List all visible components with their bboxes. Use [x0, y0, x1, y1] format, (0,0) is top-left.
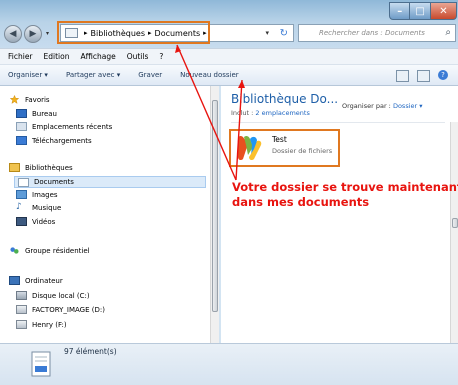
nav-disk-c[interactable]: Disque local (C:) — [16, 291, 90, 300]
window-controls: – □ ✕ — [389, 2, 457, 20]
annotation-text: Votre dossier se trouve maintenant dans … — [232, 180, 458, 210]
address-dropdown-icon[interactable]: ▾ — [265, 29, 269, 37]
annotation-line-2: dans mes documents — [232, 195, 370, 209]
back-button[interactable]: ◀ — [4, 25, 22, 43]
preview-pane-icon[interactable] — [417, 70, 430, 82]
nav-music[interactable]: ♪ Musique — [16, 203, 61, 212]
desktop-icon — [16, 109, 27, 118]
arrow-right-icon: ▶ — [29, 29, 37, 39]
downloads-icon — [16, 136, 27, 145]
refresh-icon[interactable]: ↻ — [280, 28, 288, 39]
menu-item-edit[interactable]: Edition — [44, 52, 70, 61]
nav-homegroup[interactable]: Groupe résidentiel — [9, 246, 90, 255]
search-icon[interactable]: ⌕ — [445, 27, 451, 38]
item-count: 97 élément(s) — [64, 347, 117, 356]
navigation-pane: Favoris Bureau Emplacements récents Télé… — [0, 86, 210, 343]
menu-item-file[interactable]: Fichier — [8, 52, 33, 61]
nav-disk-d[interactable]: FACTORY_IMAGE (D:) — [16, 305, 105, 314]
item-highlight-box[interactable] — [229, 129, 340, 167]
nav-libraries[interactable]: Bibliothèques — [9, 163, 73, 172]
navigation-scrollbar[interactable] — [210, 86, 219, 343]
music-icon: ♪ — [16, 202, 22, 212]
explorer-window: – □ ✕ ◀ ▶ ▾ ▸ Bibliothèques ▸ Documents … — [0, 0, 458, 385]
nav-downloads[interactable]: Téléchargements — [16, 136, 92, 145]
nav-recent[interactable]: Emplacements récents — [16, 122, 112, 131]
nav-images[interactable]: Images — [16, 190, 58, 199]
drive-icon — [16, 291, 27, 300]
content-pane: Bibliothèque Do... Inclut : 2 emplacemen… — [221, 86, 458, 343]
arrange-by-dropdown[interactable]: Dossier ▾ — [393, 102, 423, 110]
drive-icon — [16, 305, 27, 314]
help-icon[interactable]: ? — [438, 70, 448, 80]
address-highlight-box — [57, 21, 210, 44]
library-title: Bibliothèque Do... — [231, 92, 339, 106]
minimize-button[interactable]: – — [389, 2, 411, 20]
arrow-left-icon: ◀ — [9, 29, 17, 39]
organize-button[interactable]: Organiser ▾ — [8, 71, 48, 79]
documents-icon — [18, 177, 29, 187]
includes-link[interactable]: 2 emplacements — [255, 109, 309, 117]
burn-button[interactable]: Graver — [138, 71, 162, 79]
star-icon — [9, 95, 20, 104]
images-icon — [16, 190, 27, 199]
homegroup-icon — [10, 247, 19, 254]
library-includes: Inclut : 2 emplacements — [231, 109, 310, 117]
document-icon — [31, 351, 51, 377]
videos-icon — [16, 217, 27, 226]
view-controls: ? — [396, 70, 448, 82]
maximize-button[interactable]: □ — [410, 2, 431, 20]
recent-pages-dropdown[interactable]: ▾ — [46, 30, 49, 37]
divider — [231, 122, 445, 123]
computer-icon — [9, 276, 20, 285]
nav-disk-f[interactable]: Henry (F:) — [16, 320, 67, 329]
arrange-by: Organiser par : Dossier ▾ — [342, 102, 423, 110]
nav-favorites[interactable]: Favoris — [9, 95, 50, 104]
menu-bar: Fichier Edition Affichage Outils ? — [0, 48, 458, 65]
nav-videos[interactable]: Vidéos — [16, 217, 55, 226]
forward-button[interactable]: ▶ — [24, 25, 42, 43]
library-icon — [9, 163, 20, 172]
new-folder-button[interactable]: Nouveau dossier — [180, 71, 239, 79]
menu-item-help[interactable]: ? — [159, 52, 163, 61]
search-input[interactable]: Rechercher dans : Documents ⌕ — [298, 24, 456, 42]
nav-documents[interactable]: Documents — [14, 176, 206, 188]
nav-desktop[interactable]: Bureau — [16, 109, 57, 118]
menu-item-tools[interactable]: Outils — [127, 52, 149, 61]
share-button[interactable]: Partager avec ▾ — [66, 71, 120, 79]
scrollbar-thumb[interactable] — [212, 100, 218, 312]
menu-item-view[interactable]: Affichage — [80, 52, 115, 61]
close-button[interactable]: ✕ — [430, 2, 457, 20]
content-scrollbar[interactable] — [450, 122, 458, 343]
drive-icon — [16, 320, 27, 329]
search-placeholder: Rechercher dans : Documents — [319, 29, 425, 37]
view-options-icon[interactable] — [396, 70, 409, 82]
nav-computer[interactable]: Ordinateur — [9, 276, 63, 285]
recent-places-icon — [16, 122, 27, 131]
scrollbar-thumb[interactable] — [452, 218, 458, 228]
annotation-line-1: Votre dossier se trouve maintenant — [232, 180, 458, 194]
command-bar: Organiser ▾ Partager avec ▾ Graver Nouve… — [0, 65, 458, 86]
